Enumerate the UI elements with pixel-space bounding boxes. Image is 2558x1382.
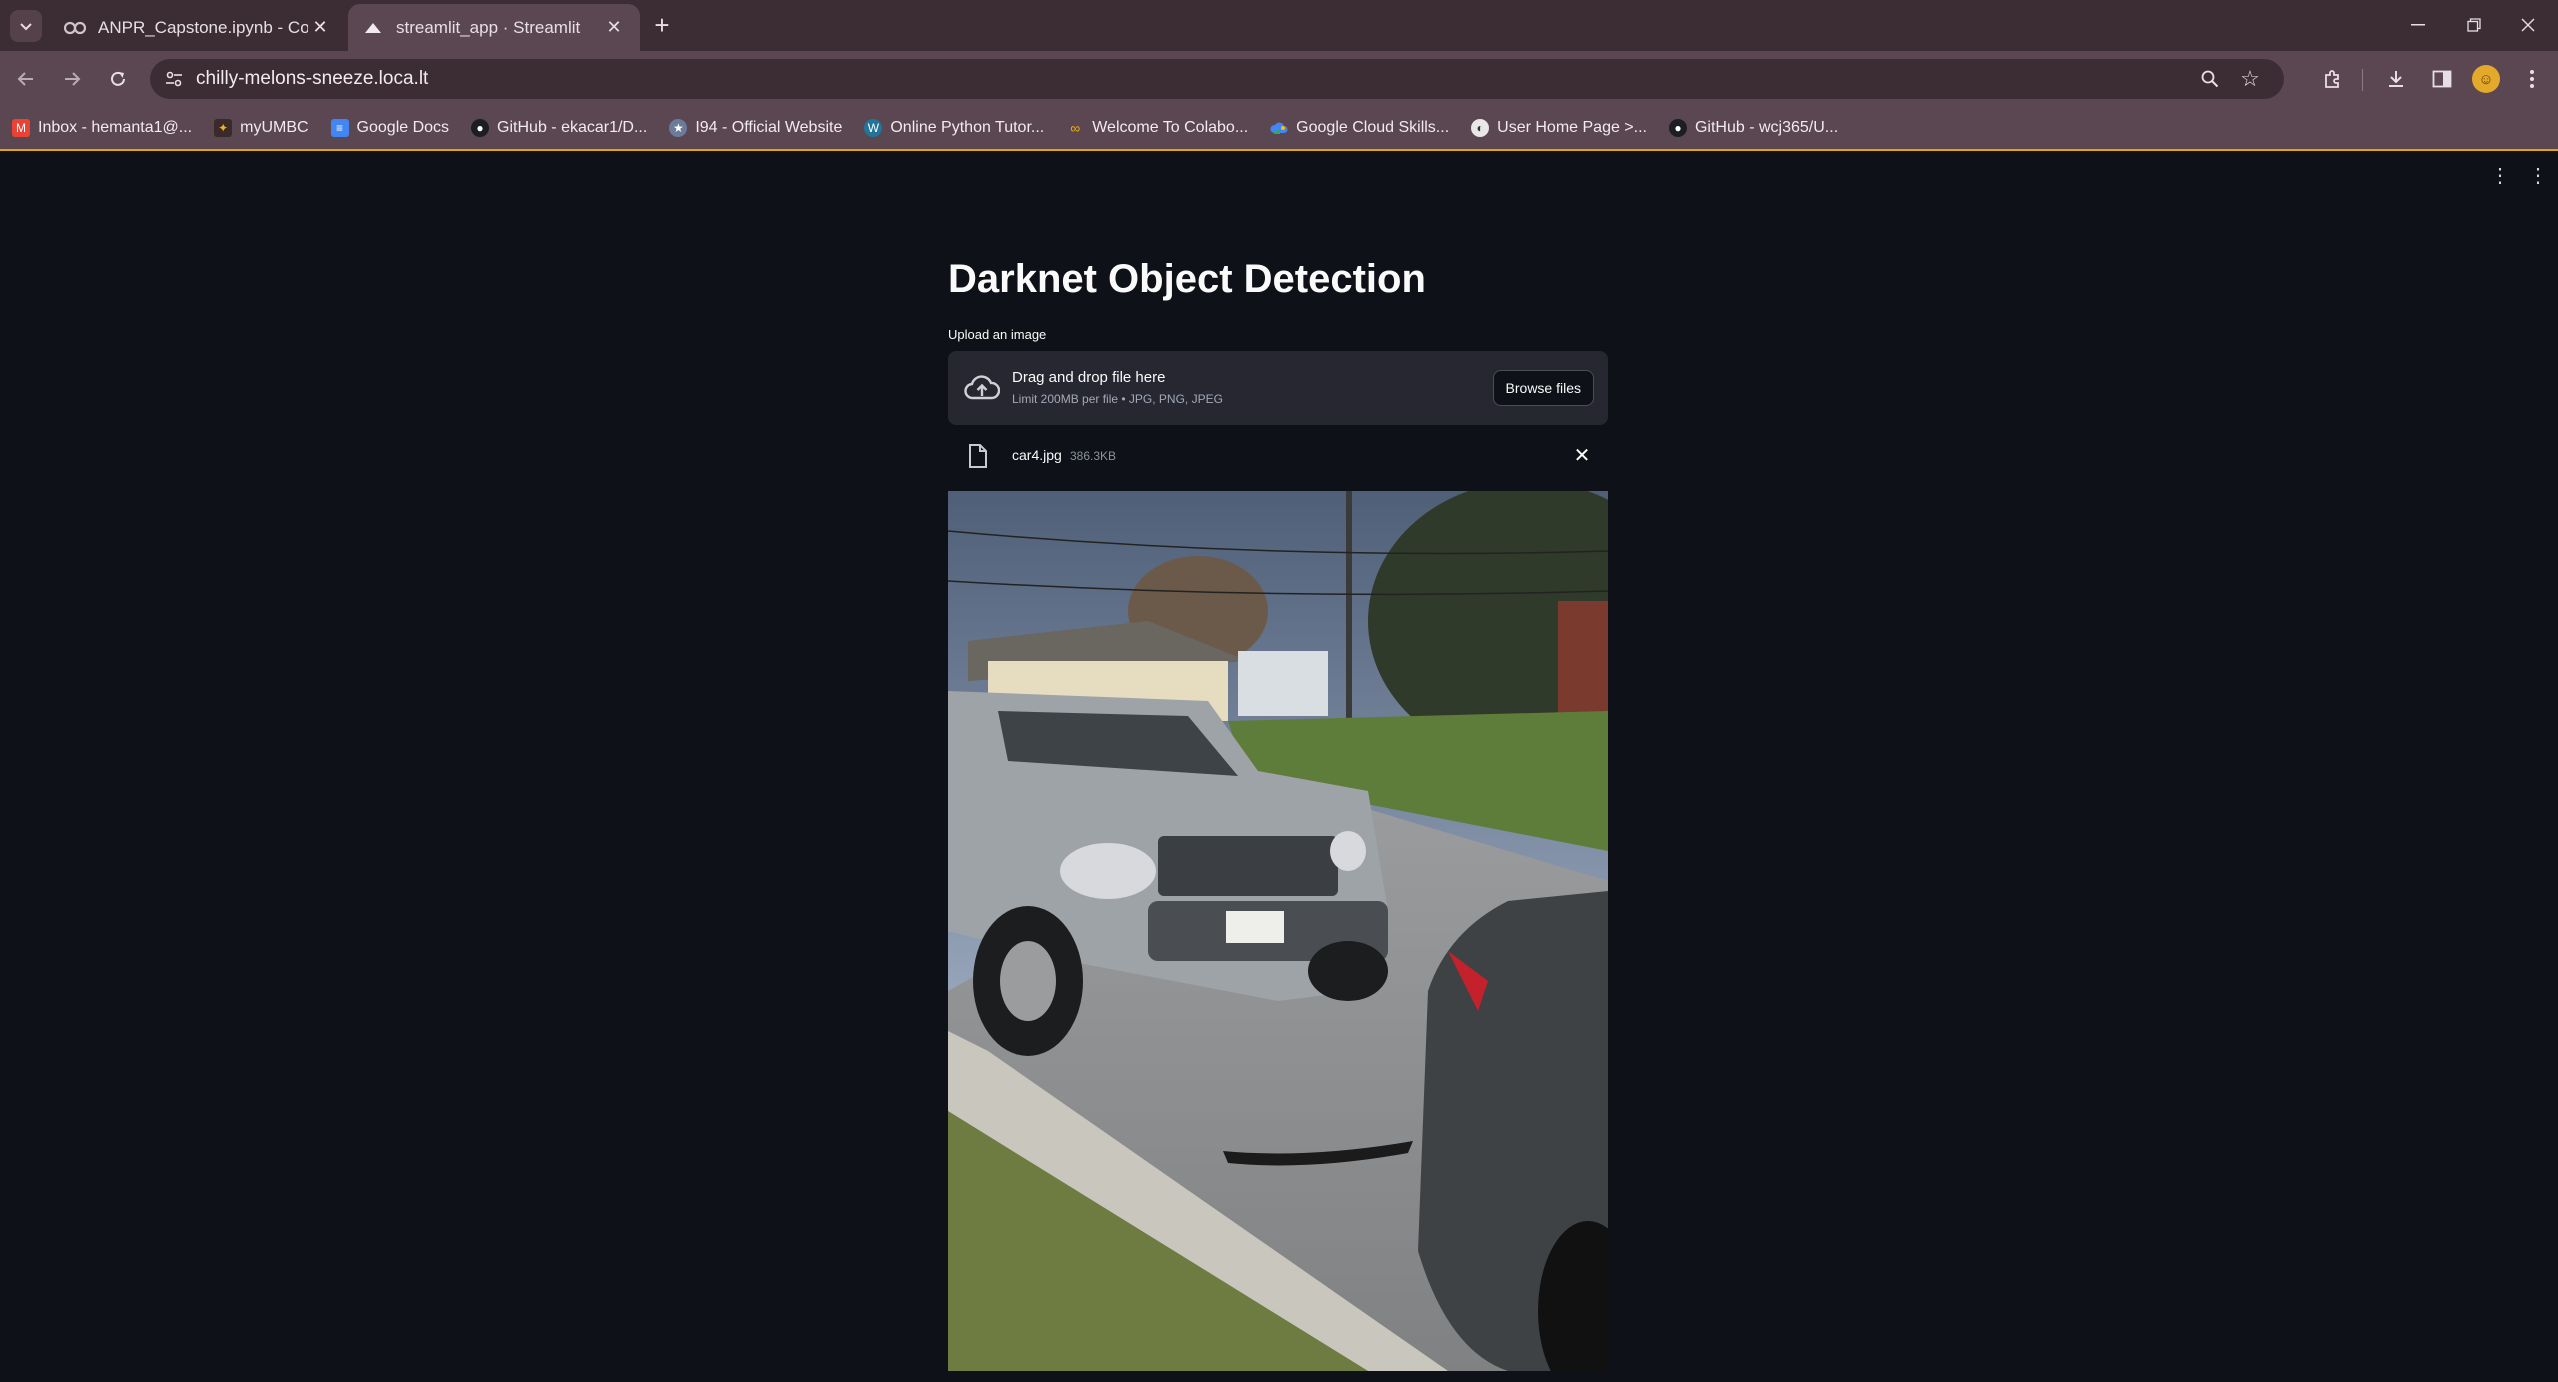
browser-menu-icon[interactable]	[2516, 63, 2548, 95]
tab-search-button[interactable]	[10, 10, 42, 42]
browser-tab-bar: ANPR_Capstone.ipynb - Colab ✕ streamlit_…	[0, 0, 2558, 51]
file-dropzone[interactable]: Drag and drop file here Limit 200MB per …	[948, 351, 1608, 425]
streamlit-app: ⋮ ⋮ Darknet Object Detection Upload an i…	[0, 153, 2558, 1382]
colab-icon: ∞	[1070, 120, 1081, 136]
dropzone-instructions: Drag and drop file here	[1012, 369, 1166, 386]
new-tab-button[interactable]: +	[648, 12, 676, 40]
dropzone-limit: Limit 200MB per file • JPG, PNG, JPEG	[1012, 392, 1223, 406]
reload-icon[interactable]	[102, 63, 134, 95]
minimize-icon[interactable]	[2398, 10, 2438, 40]
bookmark-label: GitHub - wcj365/U...	[1694, 119, 1839, 136]
bookmark-star-icon[interactable]: ☆	[2236, 65, 2264, 93]
forward-icon[interactable]	[56, 63, 88, 95]
profile-avatar[interactable]: ☺	[2472, 65, 2500, 93]
github-icon: ●	[471, 119, 490, 137]
seal-icon: ★	[669, 119, 688, 137]
streamlit-icon	[362, 17, 384, 39]
bookmark-label: Google Docs	[356, 119, 450, 136]
bookmark-label: Google Cloud Skills...	[1296, 119, 1450, 136]
bookmark-myumbc[interactable]: ✦ myUMBC	[214, 119, 309, 137]
bookmark-github-ekacar[interactable]: ● GitHub - ekacar1/D...	[471, 119, 647, 137]
file-icon	[968, 443, 988, 469]
close-icon[interactable]: ✕	[308, 16, 332, 40]
bookmark-github-wcj365[interactable]: ● GitHub - wcj365/U...	[1668, 119, 1839, 137]
app-status-icon[interactable]: ⋮	[2490, 163, 2510, 188]
close-icon[interactable]: ✕	[602, 16, 626, 40]
side-panel-icon[interactable]	[2426, 63, 2458, 95]
bookmark-label: Welcome To Colabo...	[1092, 119, 1249, 136]
bookmark-label: myUMBC	[240, 119, 309, 136]
bookmark-label: GitHub - ekacar1/D...	[497, 119, 648, 136]
restore-icon[interactable]	[2454, 10, 2494, 40]
tab-streamlit[interactable]: streamlit_app · Streamlit ✕	[348, 4, 640, 51]
page-title: Darknet Object Detection	[948, 257, 1426, 301]
bookmark-inbox[interactable]: M Inbox - hemanta1@...	[12, 119, 192, 137]
chevron-down-icon	[20, 23, 32, 31]
umbc-icon: ✦	[214, 119, 233, 137]
bookmark-user-home[interactable]: ◐ User Home Page >...	[1471, 119, 1647, 137]
file-size: 386.3KB	[1070, 449, 1117, 463]
browse-files-button[interactable]: Browse files	[1492, 370, 1594, 406]
bookmark-cloud-skills[interactable]: Google Cloud Skills...	[1270, 119, 1449, 137]
docs-icon: ≡	[330, 119, 349, 137]
tab-title: streamlit_app · Streamlit	[396, 17, 581, 37]
file-name: car4.jpg	[1012, 447, 1062, 463]
address-bar[interactable]: chilly-melons-sneeze.loca.lt ☆	[150, 59, 2284, 99]
bookmark-label: Online Python Tutor...	[890, 119, 1045, 136]
bookmarks-bar: M Inbox - hemanta1@... ✦ myUMBC ≡ Google…	[0, 107, 2558, 151]
browser-toolbar: chilly-melons-sneeze.loca.lt ☆ ☺	[0, 51, 2558, 107]
bookmark-colab[interactable]: ∞ Welcome To Colabo...	[1066, 119, 1248, 137]
bookmark-label: Inbox - hemanta1@...	[38, 119, 193, 136]
remove-file-icon[interactable]: ✕	[1570, 443, 1594, 467]
download-icon[interactable]	[2380, 63, 2412, 95]
url-text: chilly-melons-sneeze.loca.lt	[196, 68, 429, 89]
toolbar-divider	[2362, 69, 2363, 91]
tab-colab[interactable]: ANPR_Capstone.ipynb - Colab ✕	[50, 4, 346, 51]
tab-title: ANPR_Capstone.ipynb - Colab	[98, 17, 308, 37]
cloud-icon	[1270, 119, 1288, 137]
bookmark-label: User Home Page >...	[1497, 119, 1647, 136]
close-window-icon[interactable]	[2508, 10, 2548, 40]
uploaded-car-image	[948, 491, 1608, 1371]
site-settings-icon[interactable]	[158, 63, 190, 95]
zoom-icon[interactable]	[2196, 65, 2224, 93]
extensions-icon[interactable]	[2316, 63, 2348, 95]
back-icon[interactable]	[10, 63, 42, 95]
bookmark-label: I94 - Official Website	[695, 119, 843, 136]
bookmark-google-docs[interactable]: ≡ Google Docs	[330, 119, 450, 137]
colab-icon	[64, 17, 86, 39]
uploaded-file-row: car4.jpg 386.3KB ✕	[948, 435, 1608, 477]
app-menu-icon[interactable]: ⋮	[2528, 163, 2548, 188]
wordpress-icon: W	[864, 119, 883, 137]
bookmark-python-tutor[interactable]: W Online Python Tutor...	[864, 119, 1044, 137]
cloud-upload-icon	[964, 373, 1001, 403]
bookmark-i94[interactable]: ★ I94 - Official Website	[669, 119, 842, 137]
globe-icon: ◐	[1471, 119, 1490, 137]
uploader-label: Upload an image	[948, 327, 1047, 342]
github-icon: ●	[1668, 119, 1687, 137]
gmail-icon: M	[12, 119, 30, 137]
